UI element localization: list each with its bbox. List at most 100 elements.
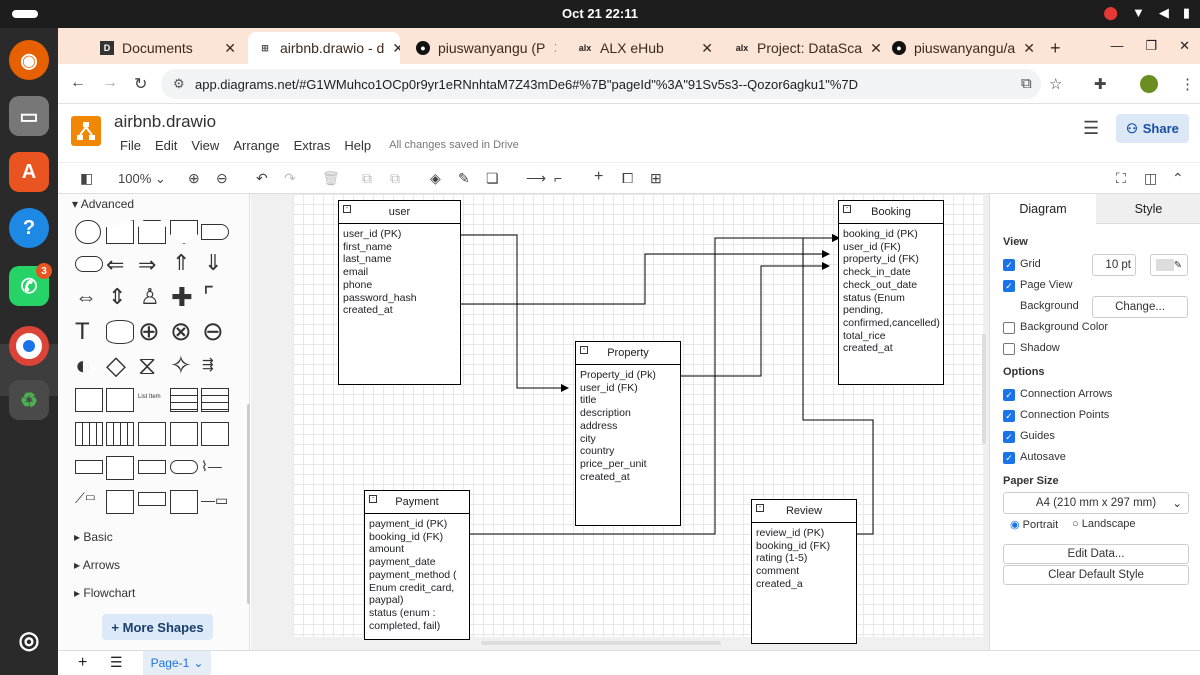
shape-org[interactable] bbox=[201, 422, 229, 446]
shape-manual-input[interactable] bbox=[106, 220, 134, 244]
arrow-horizontal-icon[interactable]: ⇔ bbox=[75, 284, 97, 310]
star-icon[interactable]: ✧ bbox=[170, 350, 192, 381]
close-tab-icon[interactable]: ✕ bbox=[870, 40, 880, 57]
save-status[interactable]: All changes saved in Drive bbox=[389, 139, 519, 153]
connector-icon[interactable]: —▭ bbox=[201, 492, 228, 509]
entity-title[interactable]: Payment bbox=[395, 496, 438, 508]
collate-icon[interactable]: ⧖ bbox=[138, 350, 156, 382]
file-title[interactable]: airbnb.drawio bbox=[114, 112, 216, 132]
connection-arrows-checkbox[interactable]: ✓ bbox=[1003, 389, 1015, 401]
bookmark-star-icon[interactable]: ☆ bbox=[1049, 75, 1062, 93]
connection-points-checkbox[interactable]: ✓ bbox=[1003, 410, 1015, 422]
shape-container[interactable] bbox=[75, 388, 103, 412]
collapse-icon[interactable]: - bbox=[580, 346, 588, 354]
pages-menu-icon[interactable]: ☰ bbox=[110, 654, 123, 671]
change-background-button[interactable]: Change... bbox=[1092, 296, 1188, 318]
extensions-icon[interactable]: ✚ bbox=[1094, 75, 1107, 93]
background-color-checkbox[interactable] bbox=[1003, 322, 1015, 334]
minus-circle-icon[interactable]: ⊖ bbox=[202, 316, 224, 347]
edit-data-button[interactable]: Edit Data... bbox=[1003, 544, 1189, 564]
wifi-icon[interactable]: ▼ bbox=[1132, 5, 1145, 21]
actor-icon[interactable]: ♙ bbox=[140, 284, 160, 310]
more-shapes-button[interactable]: + More Shapes bbox=[102, 614, 213, 640]
collapse-icon[interactable]: - bbox=[756, 504, 764, 512]
entity-fields[interactable]: booking_id (PK) user_id (FK) property_id… bbox=[839, 224, 943, 355]
shape-cylinder[interactable] bbox=[106, 320, 134, 344]
sidebar-scrollbar[interactable] bbox=[247, 404, 250, 604]
redo-icon[interactable]: ↷ bbox=[284, 170, 296, 187]
chrome-icon[interactable] bbox=[9, 326, 49, 366]
canvas-vertical-scrollbar[interactable] bbox=[982, 334, 986, 444]
tab-github-repo[interactable]: ● piuswanyangu/a ✕ bbox=[882, 32, 1037, 64]
tab-alx-ehub[interactable]: alx ALX eHub ✕ bbox=[568, 32, 723, 64]
format-panel-toggle-icon[interactable]: ◧ bbox=[80, 170, 93, 187]
zoom-in-icon[interactable]: ⊕ bbox=[188, 170, 200, 187]
zoom-out-icon[interactable]: ⊖ bbox=[216, 170, 228, 187]
entity-fields[interactable]: payment_id (PK) booking_id (FK) amount p… bbox=[365, 514, 469, 632]
shape-table[interactable] bbox=[170, 388, 198, 412]
shape-offpage[interactable] bbox=[170, 220, 198, 244]
sort-icon[interactable]: ◇ bbox=[106, 350, 126, 381]
connector-user-property[interactable] bbox=[457, 234, 569, 392]
arrow-up-icon[interactable]: ⇑ bbox=[172, 250, 190, 276]
shape-terminator[interactable] bbox=[75, 256, 103, 272]
shape-timeline[interactable] bbox=[138, 460, 166, 474]
shape-circle[interactable] bbox=[75, 220, 101, 244]
shape-process[interactable] bbox=[138, 492, 166, 506]
diagram-canvas[interactable]: - user user_id (PK) first_name last_name … bbox=[251, 194, 989, 650]
shape-org-chart[interactable] bbox=[106, 490, 134, 514]
link-icon[interactable]: ⇶ bbox=[202, 356, 214, 373]
copy-icon[interactable]: ⧠ bbox=[622, 170, 633, 187]
entity-fields[interactable]: user_id (PK) first_name last_name email … bbox=[339, 224, 460, 317]
section-advanced[interactable]: ▾ Advanced bbox=[72, 197, 134, 211]
files-icon[interactable]: ▭ bbox=[9, 96, 49, 136]
paper-size-select[interactable]: A4 (210 mm x 297 mm) ⌄ bbox=[1003, 492, 1189, 514]
entity-payment[interactable]: - Payment payment_id (PK) booking_id (FK)… bbox=[364, 490, 470, 640]
whatsapp-icon[interactable]: ✆ 3 bbox=[9, 263, 52, 306]
connector-user-booking[interactable] bbox=[461, 250, 830, 305]
to-front-icon[interactable]: ⧉ bbox=[362, 170, 372, 187]
entity-user[interactable]: - user user_id (PK) first_name last_name … bbox=[338, 200, 461, 385]
table-icon[interactable]: ⊞ bbox=[650, 170, 662, 187]
clear-default-style-button[interactable]: Clear Default Style bbox=[1003, 565, 1189, 585]
grid-checkbox[interactable]: ✓ bbox=[1003, 259, 1015, 271]
tab-drawio[interactable]: ⊞ airbnb.drawio - d ✕ bbox=[248, 32, 400, 64]
canvas-horizontal-scrollbar[interactable] bbox=[481, 641, 721, 645]
fill-color-icon[interactable]: ◈ bbox=[430, 170, 441, 187]
collapse-icon[interactable]: ⌃ bbox=[1172, 170, 1184, 187]
shape-tree[interactable] bbox=[138, 422, 166, 446]
insert-icon[interactable]: + bbox=[594, 168, 603, 186]
shape-horizontal-pool[interactable] bbox=[75, 460, 103, 474]
close-tab-icon[interactable]: ✕ bbox=[701, 40, 713, 57]
entity-title[interactable]: Property bbox=[607, 347, 649, 359]
close-tab-icon[interactable]: ✕ bbox=[224, 40, 236, 57]
site-info-icon[interactable]: ⚙ bbox=[173, 76, 185, 92]
app-center-icon[interactable]: A bbox=[9, 152, 49, 192]
grid-size-input[interactable]: 10 pt bbox=[1092, 254, 1136, 276]
shape-delay[interactable] bbox=[201, 224, 229, 240]
to-back-icon[interactable]: ⧉ bbox=[390, 170, 400, 187]
menu-arrange[interactable]: Arrange bbox=[233, 138, 279, 153]
section-basic[interactable]: ▸ Basic bbox=[74, 530, 113, 544]
collapse-icon[interactable]: - bbox=[343, 205, 351, 213]
half-circle-icon[interactable]: ◐ bbox=[75, 350, 91, 381]
collapse-icon[interactable]: - bbox=[843, 205, 851, 213]
branch-icon[interactable]: ⌇— bbox=[201, 458, 222, 475]
back-icon[interactable]: ← bbox=[70, 74, 86, 92]
connector-property-booking[interactable] bbox=[681, 262, 830, 377]
landscape-radio[interactable]: ○ Landscape bbox=[1072, 518, 1136, 530]
shape-vertical-pool[interactable] bbox=[75, 422, 103, 446]
profile-avatar[interactable] bbox=[1140, 75, 1158, 93]
close-tab-icon[interactable]: ✕ bbox=[392, 40, 400, 57]
menu-view[interactable]: View bbox=[191, 138, 219, 153]
show-apps-icon[interactable]: ◎ bbox=[9, 620, 49, 660]
new-tab-button[interactable]: + bbox=[1040, 32, 1070, 64]
menu-help[interactable]: Help bbox=[344, 138, 371, 153]
autosave-checkbox[interactable]: ✓ bbox=[1003, 452, 1015, 464]
fullscreen-icon[interactable]: ⛶ bbox=[1116, 170, 1126, 187]
recording-icon[interactable]: ⬤ bbox=[1103, 5, 1118, 21]
tab-diagram[interactable]: Diagram bbox=[990, 194, 1096, 224]
section-arrows[interactable]: ▸ Arrows bbox=[74, 558, 120, 572]
comments-icon[interactable]: ☰ bbox=[1083, 118, 1099, 139]
shadow-icon[interactable]: ❏ bbox=[486, 170, 499, 187]
